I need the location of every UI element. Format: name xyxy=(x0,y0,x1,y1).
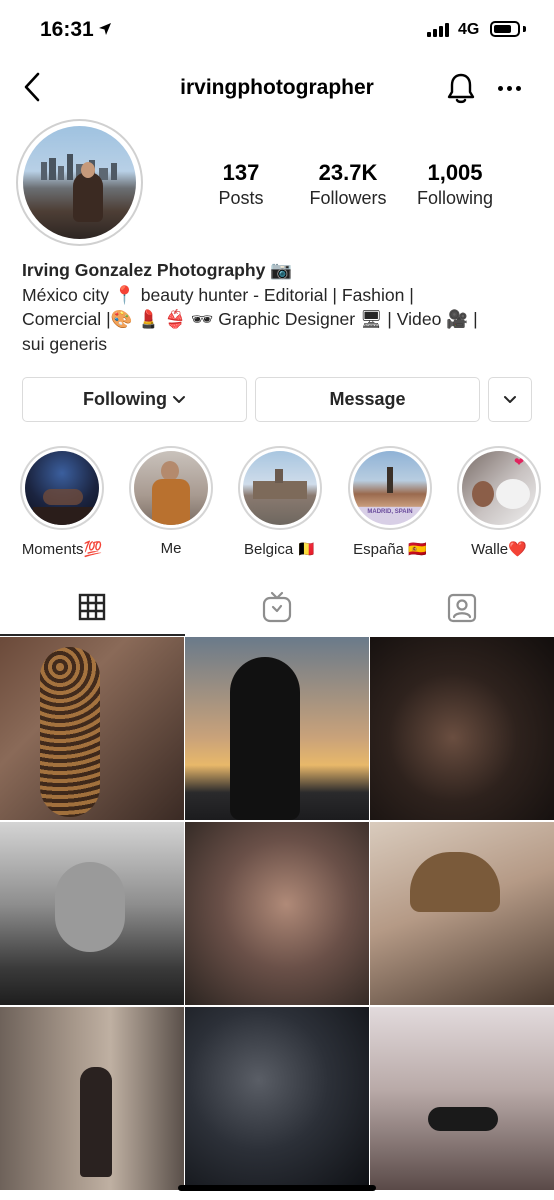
bio: Irving Gonzalez Photography 📷 México cit… xyxy=(22,258,537,356)
followers-stat[interactable]: 23.7K Followers xyxy=(293,160,403,210)
bio-line: Comercial |🎨 💄 👙 🕶 Graphic Designer 🖥 | … xyxy=(22,309,478,329)
message-button[interactable]: Message xyxy=(255,377,480,422)
bio-name: Irving Gonzalez Photography 📷 xyxy=(22,260,293,280)
signal-icon xyxy=(427,23,449,37)
post-thumbnail[interactable] xyxy=(0,637,184,820)
followers-count: 23.7K xyxy=(318,160,378,185)
battery-icon xyxy=(490,21,520,37)
bell-icon[interactable] xyxy=(446,72,476,104)
highlight-me[interactable]: Me xyxy=(124,446,218,557)
location-arrow-icon xyxy=(99,23,111,35)
followers-label: Followers xyxy=(309,188,387,208)
bio-line: sui generis xyxy=(22,333,108,354)
post-thumbnail[interactable] xyxy=(185,637,369,820)
status-time: 16:31 xyxy=(40,18,94,41)
post-thumbnail[interactable] xyxy=(370,637,554,820)
highlight-espana[interactable]: MADRID, SPAIN España 🇪🇸 xyxy=(343,446,437,558)
following-label: Following xyxy=(416,188,494,208)
post-thumbnail[interactable] xyxy=(370,1007,554,1190)
avatar[interactable] xyxy=(23,126,136,239)
highlight-badge: MADRID, SPAIN xyxy=(367,509,413,515)
following-button[interactable]: Following xyxy=(22,377,247,422)
active-tab-indicator xyxy=(0,634,185,636)
post-thumbnail[interactable] xyxy=(185,822,369,1005)
posts-label: Posts xyxy=(218,188,264,208)
highlight-label: Walle❤️ xyxy=(471,541,527,558)
following-stat[interactable]: 1,005 Following xyxy=(400,160,510,210)
message-button-label: Message xyxy=(329,389,406,409)
highlight-ring xyxy=(20,446,104,530)
post-thumbnail[interactable] xyxy=(185,1007,369,1190)
bio-line: México city 📍 beauty hunter - Editorial … xyxy=(22,284,414,305)
post-thumbnail[interactable] xyxy=(0,1007,184,1190)
igtv-icon[interactable] xyxy=(262,591,292,623)
posts-stat: 137 Posts xyxy=(186,160,296,210)
highlight-label: España 🇪🇸 xyxy=(353,541,427,558)
suggested-accounts-button[interactable] xyxy=(488,377,532,422)
post-grid xyxy=(0,637,554,1190)
following-button-label: Following xyxy=(83,389,167,409)
posts-count: 137 xyxy=(222,160,260,185)
highlight-ring: MADRID, SPAIN xyxy=(348,446,432,530)
highlight-label: Me xyxy=(160,540,182,557)
more-options-icon[interactable] xyxy=(498,86,521,91)
highlight-moments[interactable]: Moments💯 xyxy=(15,446,109,558)
following-count: 1,005 xyxy=(427,160,483,185)
grid-icon[interactable] xyxy=(78,593,106,621)
tagged-icon[interactable] xyxy=(447,593,477,623)
battery-cap xyxy=(523,26,526,32)
highlight-ring: ❤ xyxy=(457,446,541,530)
post-thumbnail[interactable] xyxy=(0,822,184,1005)
network-type: 4G xyxy=(458,21,480,38)
home-indicator[interactable] xyxy=(178,1185,376,1191)
highlight-ring xyxy=(238,446,322,530)
post-thumbnail[interactable] xyxy=(370,822,554,1005)
chevron-down-icon xyxy=(172,395,185,403)
highlight-label: Moments💯 xyxy=(21,541,103,558)
highlight-ring xyxy=(129,446,213,530)
highlight-label: Belgica 🇧🇪 xyxy=(243,541,317,558)
chevron-down-icon xyxy=(504,395,516,403)
highlight-belgica[interactable]: Belgica 🇧🇪 xyxy=(233,446,327,558)
highlight-walle[interactable]: ❤ Walle❤️ xyxy=(452,446,546,558)
